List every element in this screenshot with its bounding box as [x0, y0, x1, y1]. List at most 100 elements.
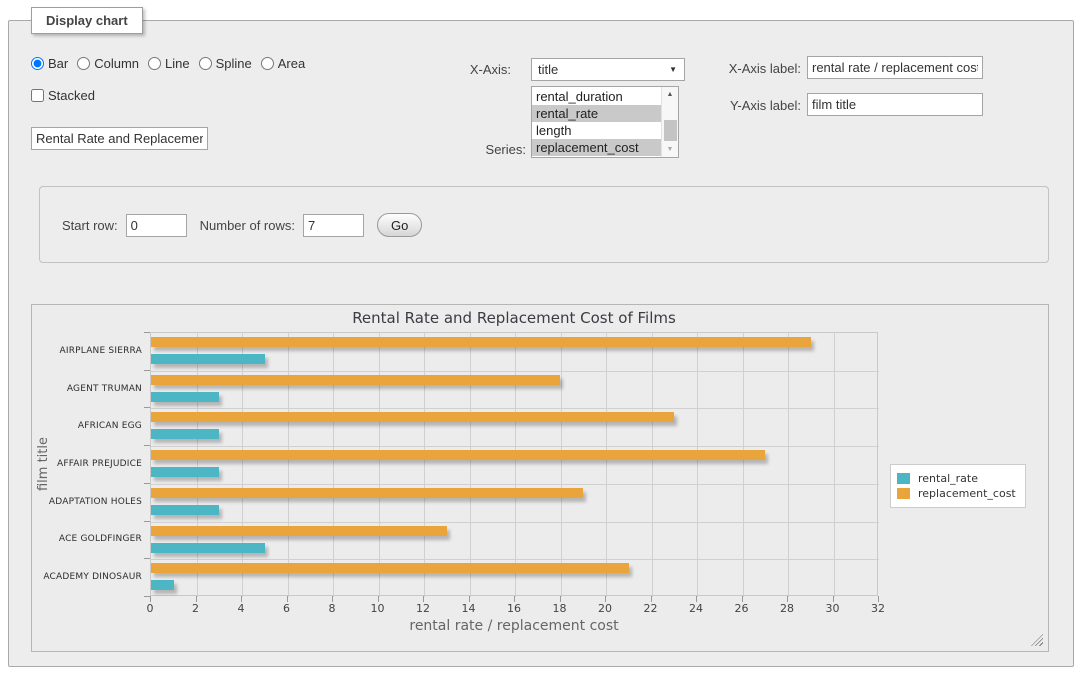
chart-type-spline-label: Spline: [216, 56, 252, 71]
legend-label: replacement_cost: [918, 487, 1016, 500]
gridline-vertical: [242, 333, 243, 597]
y-tick-label: ADAPTATION HOLES: [32, 483, 142, 521]
bar-replacement_cost: [151, 450, 765, 460]
x-tick-label: 10: [363, 602, 393, 615]
chart-title: Rental Rate and Replacement Cost of Film…: [150, 309, 878, 327]
x-tick-label: 8: [317, 602, 347, 615]
x-tick-label: 22: [636, 602, 666, 615]
chart-type-spline[interactable]: Spline: [199, 56, 252, 71]
x-axis-selected-value: title: [538, 62, 558, 77]
y-tick-mark: [144, 521, 150, 522]
chart-type-line-label: Line: [165, 56, 190, 71]
scroll-down-icon[interactable]: ▼: [662, 142, 678, 157]
bar-replacement_cost: [151, 563, 629, 573]
x-tick-label: 26: [727, 602, 757, 615]
bar-rental_rate: [151, 354, 265, 364]
series-list-label: Series:: [404, 142, 526, 157]
x-tick-label: 4: [226, 602, 256, 615]
stacked-checkbox[interactable]: [31, 89, 44, 102]
chart-type-spline-radio[interactable]: [199, 57, 212, 70]
gridline-vertical: [652, 333, 653, 597]
gridline-vertical: [379, 333, 380, 597]
series-option-rental_duration[interactable]: rental_duration: [532, 88, 661, 105]
start-row-input[interactable]: [126, 214, 187, 237]
x-axis-label-input[interactable]: [807, 56, 983, 79]
plot-area: [150, 332, 878, 596]
go-button[interactable]: Go: [377, 213, 422, 237]
x-axis-select[interactable]: title ▼: [531, 58, 685, 81]
x-tick-label: 0: [135, 602, 165, 615]
y-axis-label-input[interactable]: [807, 93, 983, 116]
y-tick-mark: [144, 445, 150, 446]
x-axis-label-label: X-Axis label:: [669, 61, 801, 76]
chart-type-bar[interactable]: Bar: [31, 56, 68, 71]
x-tick-label: 16: [499, 602, 529, 615]
y-tick-mark: [144, 558, 150, 559]
gridline-vertical: [288, 333, 289, 597]
chart-type-column-label: Column: [94, 56, 139, 71]
x-tick-label: 20: [590, 602, 620, 615]
scrollbar-thumb[interactable]: [664, 120, 677, 141]
chart-type-options: Bar Column Line Spline Area: [31, 56, 314, 71]
num-rows-input[interactable]: [303, 214, 364, 237]
bar-rental_rate: [151, 429, 219, 439]
x-tick-label: 14: [454, 602, 484, 615]
series-option-length[interactable]: length: [532, 122, 661, 139]
chart-type-column[interactable]: Column: [77, 56, 139, 71]
y-tick-label: AGENT TRUMAN: [32, 370, 142, 408]
bar-rental_rate: [151, 392, 219, 402]
chart-x-axis-label: rental rate / replacement cost: [150, 618, 878, 634]
y-tick-mark: [144, 483, 150, 484]
bar-replacement_cost: [151, 526, 447, 536]
gridline-vertical: [515, 333, 516, 597]
legend-label: rental_rate: [918, 472, 978, 485]
series-listbox[interactable]: rental_durationrental_ratelengthreplacem…: [531, 86, 679, 158]
x-axis-select-label: X-Axis:: [389, 62, 511, 77]
gridline-vertical: [834, 333, 835, 597]
gridline-vertical: [333, 333, 334, 597]
chart-legend: rental_rate replacement_cost: [890, 464, 1026, 508]
gridline-horizontal: [151, 446, 879, 447]
resize-grip-icon[interactable]: [1031, 634, 1043, 646]
x-tick-label: 24: [681, 602, 711, 615]
chart-type-column-radio[interactable]: [77, 57, 90, 70]
chart-type-area[interactable]: Area: [261, 56, 305, 71]
bar-rental_rate: [151, 543, 265, 553]
stacked-option[interactable]: Stacked: [31, 88, 95, 103]
y-tick-label: AFFAIR PREJUDICE: [32, 445, 142, 483]
num-rows-label: Number of rows:: [200, 218, 295, 233]
y-tick-mark: [144, 332, 150, 333]
bar-replacement_cost: [151, 488, 583, 498]
bar-replacement_cost: [151, 375, 560, 385]
series-options: rental_durationrental_ratelengthreplacem…: [532, 88, 661, 157]
gridline-vertical: [743, 333, 744, 597]
x-tick-label: 2: [181, 602, 211, 615]
gridline-vertical: [561, 333, 562, 597]
gridline-vertical: [788, 333, 789, 597]
chart-type-area-radio[interactable]: [261, 57, 274, 70]
legend-entry: replacement_cost: [897, 487, 1016, 500]
chart-type-line-radio[interactable]: [148, 57, 161, 70]
stacked-label: Stacked: [48, 88, 95, 103]
display-chart-panel: Display chart Bar Column Line Spline Are…: [8, 20, 1074, 667]
gridline-horizontal: [151, 484, 879, 485]
bar-replacement_cost: [151, 412, 674, 422]
x-tick-label: 6: [272, 602, 302, 615]
series-option-rental_rate[interactable]: rental_rate: [532, 105, 661, 122]
chart-title-input[interactable]: [31, 127, 208, 150]
chart-type-bar-radio[interactable]: [31, 57, 44, 70]
gridline-vertical: [424, 333, 425, 597]
chart-type-bar-label: Bar: [48, 56, 68, 71]
bar-rental_rate: [151, 580, 174, 590]
gridline-vertical: [697, 333, 698, 597]
series-option-replacement_cost[interactable]: replacement_cost: [532, 139, 661, 156]
gridline-vertical: [197, 333, 198, 597]
row-range-controls: Start row: Number of rows: Go: [62, 213, 422, 237]
y-tick-mark: [144, 407, 150, 408]
gridline-horizontal: [151, 522, 879, 523]
bar-rental_rate: [151, 505, 219, 515]
chart-type-line[interactable]: Line: [148, 56, 190, 71]
gridline-horizontal: [151, 371, 879, 372]
panel-title: Display chart: [31, 7, 143, 34]
chart-area: Rental Rate and Replacement Cost of Film…: [31, 304, 1049, 652]
